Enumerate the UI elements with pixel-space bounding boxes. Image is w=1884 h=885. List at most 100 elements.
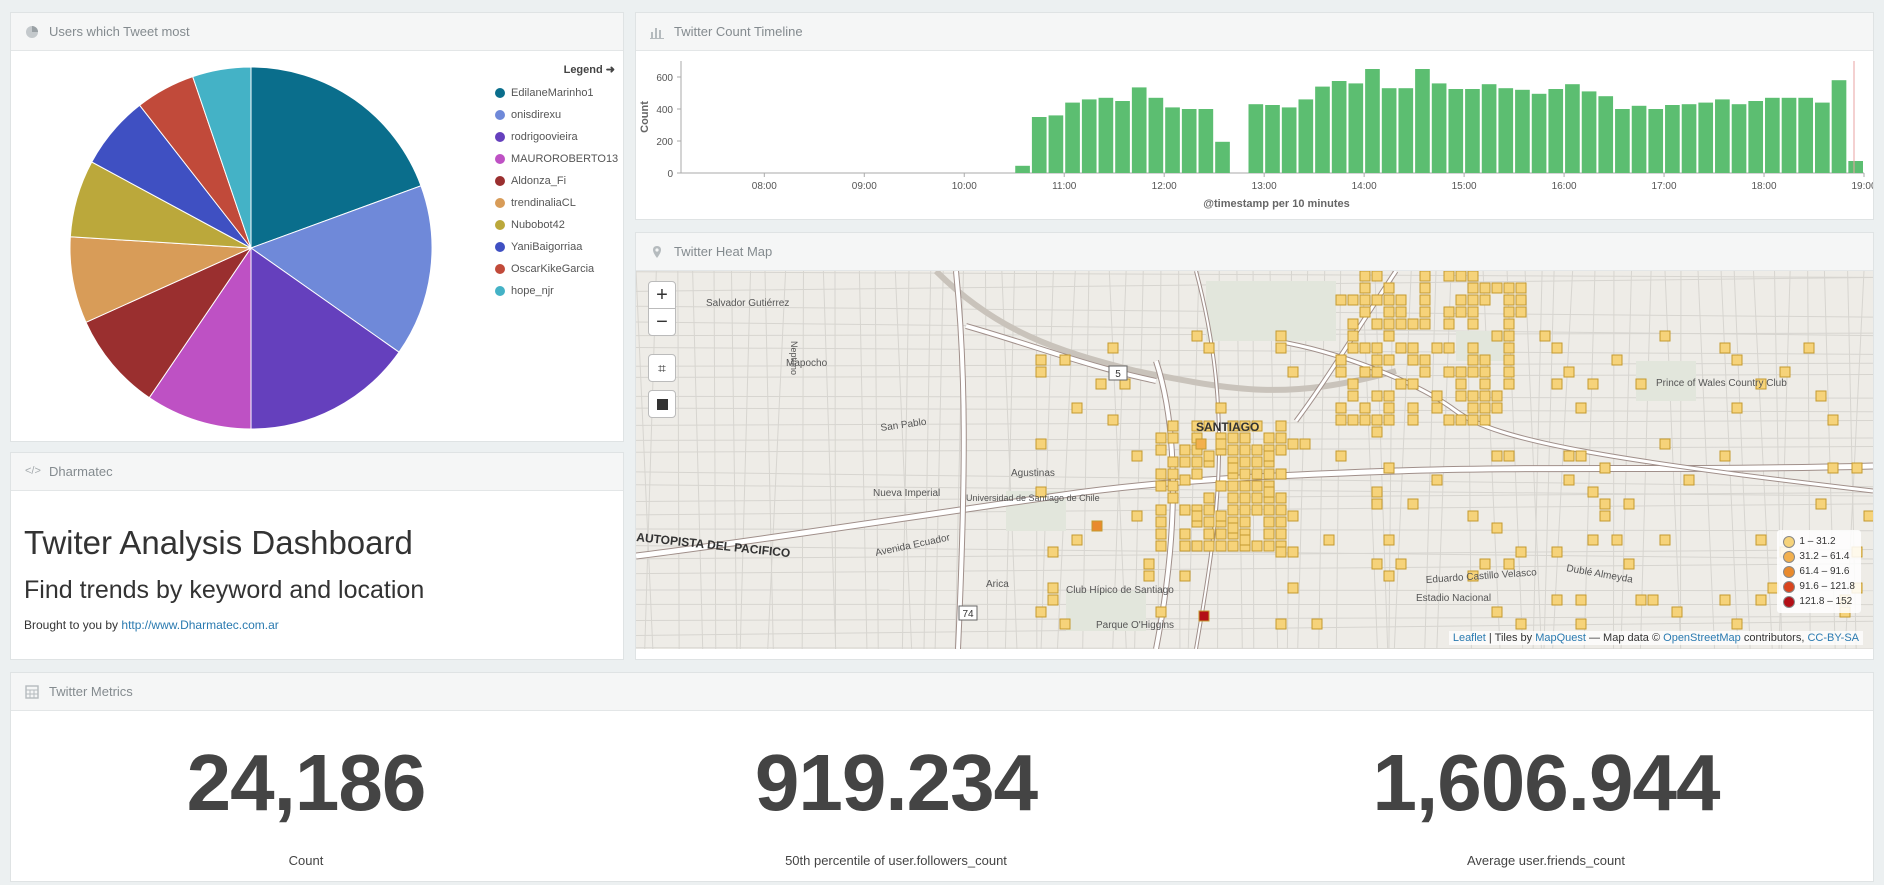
heat-cell[interactable] — [1455, 366, 1467, 378]
heat-cell[interactable] — [1227, 492, 1239, 504]
timeline-bar[interactable] — [1748, 101, 1764, 173]
heat-cell[interactable] — [1659, 330, 1671, 342]
heat-cell[interactable] — [1227, 444, 1239, 456]
heat-cell[interactable] — [1071, 402, 1083, 414]
timeline-bar[interactable] — [1415, 69, 1430, 173]
heat-cell[interactable] — [1239, 456, 1251, 468]
heat-cell[interactable] — [1419, 354, 1431, 366]
heat-cell[interactable] — [1803, 342, 1815, 354]
heat-cell[interactable] — [1635, 378, 1647, 390]
heat-cell[interactable] — [1239, 534, 1251, 546]
heat-cell[interactable] — [1335, 414, 1347, 426]
heat-cell[interactable] — [1503, 330, 1515, 342]
timeline-bar[interactable] — [1498, 88, 1514, 173]
heat-cell[interactable] — [1419, 271, 1431, 282]
timeline-bar[interactable] — [1715, 99, 1730, 173]
heat-cell[interactable] — [1359, 294, 1371, 306]
heat-cell[interactable] — [1239, 516, 1251, 528]
heat-cell[interactable] — [1203, 528, 1215, 540]
heat-cell[interactable] — [1407, 354, 1419, 366]
heat-cell[interactable] — [1263, 432, 1275, 444]
timeline-bar[interactable] — [1848, 161, 1863, 173]
heat-cell[interactable] — [1047, 546, 1059, 558]
heat-cell[interactable] — [1359, 271, 1371, 282]
heat-cell[interactable] — [1551, 378, 1563, 390]
timeline-bar[interactable] — [1131, 87, 1147, 173]
heat-cell[interactable] — [1755, 594, 1767, 606]
heat-cell[interactable] — [1575, 402, 1587, 414]
heat-cell[interactable] — [1395, 318, 1407, 330]
heat-cell[interactable] — [1215, 402, 1227, 414]
heat-cell[interactable] — [1551, 546, 1563, 558]
heat-cell[interactable] — [1275, 420, 1287, 432]
heat-cell[interactable] — [1191, 510, 1203, 522]
legend-item[interactable]: rodrigoovieira — [495, 126, 623, 148]
heat-cell[interactable] — [1383, 402, 1395, 414]
timeline-bar[interactable] — [1348, 83, 1364, 173]
osm-link[interactable]: OpenStreetMap — [1663, 632, 1741, 644]
heat-cell[interactable] — [1467, 342, 1479, 354]
heat-cell[interactable] — [1539, 330, 1551, 342]
timeline-bar[interactable] — [1831, 80, 1847, 173]
heat-cell[interactable] — [1263, 486, 1275, 498]
heat-cell[interactable] — [1167, 468, 1179, 480]
heat-cell[interactable] — [1347, 414, 1359, 426]
heat-cell[interactable] — [1251, 492, 1263, 504]
heat-cell[interactable] — [1383, 414, 1395, 426]
heat-cell[interactable] — [1335, 366, 1347, 378]
heat-cell[interactable] — [1419, 282, 1431, 294]
heat-cell[interactable] — [1467, 354, 1479, 366]
heat-cell[interactable] — [1719, 594, 1731, 606]
heat-cell[interactable] — [1047, 582, 1059, 594]
map-container[interactable]: 5 74 SANTIAGO AUTOPISTA DEL PACIFICO Mapocho… — [636, 271, 1873, 649]
heat-cell[interactable] — [1371, 271, 1383, 282]
zoom-out-button[interactable]: − — [648, 308, 676, 336]
timeline-bar[interactable] — [1815, 102, 1830, 173]
heat-cell[interactable] — [1551, 342, 1563, 354]
heat-cell[interactable] — [1479, 354, 1491, 366]
heat-cell[interactable] — [1035, 366, 1047, 378]
heat-cell[interactable] — [1383, 318, 1395, 330]
heat-cell[interactable] — [1227, 480, 1239, 492]
timeline-bar[interactable] — [1531, 93, 1547, 173]
heat-cell[interactable] — [1395, 378, 1407, 390]
heat-cell[interactable] — [1503, 294, 1515, 306]
heat-cell[interactable] — [1491, 390, 1503, 402]
heat-cell[interactable] — [1059, 618, 1071, 630]
heat-cell[interactable] — [1479, 282, 1491, 294]
heat-cell[interactable] — [1371, 426, 1383, 438]
heat-cell[interactable] — [1503, 318, 1515, 330]
legend-item[interactable]: onisdirexu — [495, 104, 623, 126]
heat-cell[interactable] — [1719, 342, 1731, 354]
timeline-bar[interactable] — [1215, 141, 1230, 173]
heat-cell[interactable] — [1287, 510, 1299, 522]
heat-cell[interactable] — [1035, 354, 1047, 366]
heat-cell[interactable] — [1371, 294, 1383, 306]
heat-cell[interactable] — [1335, 450, 1347, 462]
heat-cell[interactable] — [1455, 378, 1467, 390]
heat-cell[interactable] — [1467, 510, 1479, 522]
heat-cell[interactable] — [1395, 306, 1407, 318]
heat-cell[interactable] — [1095, 378, 1107, 390]
heat-cell[interactable] — [1347, 294, 1359, 306]
heat-cell[interactable] — [1467, 294, 1479, 306]
heat-cell[interactable] — [1371, 318, 1383, 330]
heat-cell[interactable] — [1587, 534, 1599, 546]
timeline-bar[interactable] — [1198, 109, 1214, 173]
heat-cell[interactable] — [1371, 366, 1383, 378]
timeline-bar[interactable] — [1481, 84, 1497, 173]
timeline-bar[interactable] — [1265, 105, 1280, 173]
heat-cell[interactable] — [1479, 366, 1491, 378]
heat-cell[interactable] — [1407, 414, 1419, 426]
heat-cell[interactable] — [1143, 570, 1155, 582]
heat-cell[interactable] — [1431, 474, 1443, 486]
heat-cell[interactable] — [1191, 540, 1203, 552]
heat-cell[interactable] — [1275, 504, 1287, 516]
timeline-bar[interactable] — [1765, 97, 1780, 173]
timeline-bar[interactable] — [1515, 89, 1530, 173]
heat-cell[interactable] — [1599, 510, 1611, 522]
heat-cell[interactable] — [1275, 342, 1287, 354]
heat-cell[interactable] — [1515, 294, 1527, 306]
legend-item[interactable]: trendinaliaCL — [495, 192, 623, 214]
heat-cell[interactable] — [1479, 414, 1491, 426]
